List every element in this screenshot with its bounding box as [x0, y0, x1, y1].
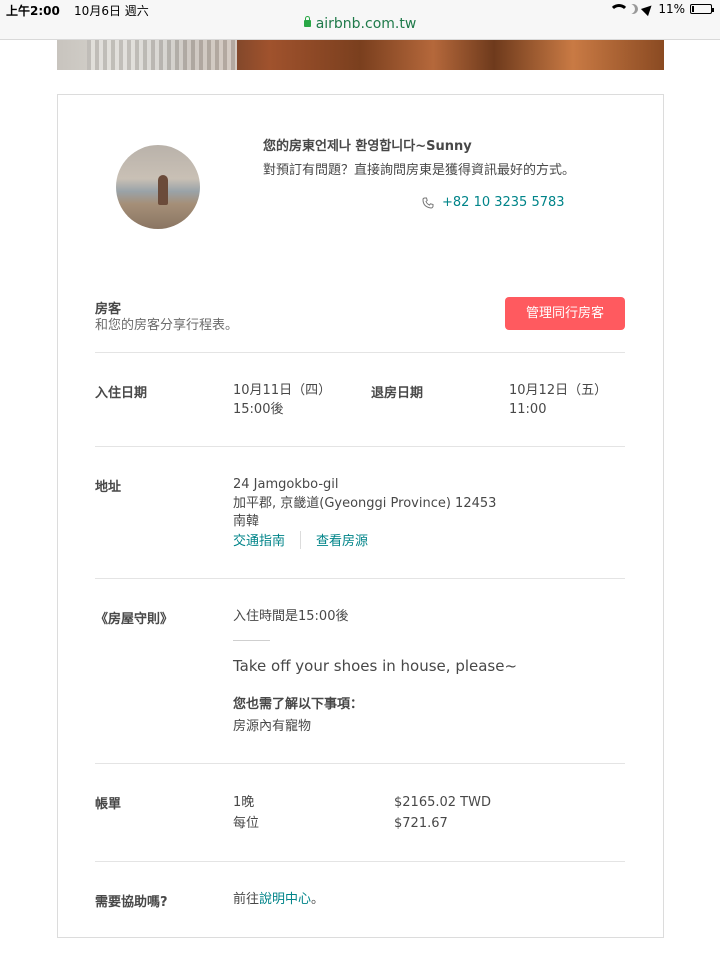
host-greeting: 您的房東언제나 환영합니다~Sunny	[263, 139, 472, 154]
directions-link[interactable]: 交通指南	[233, 530, 285, 549]
help-prefix: 前往	[233, 892, 260, 907]
view-listing-link[interactable]: 查看房源	[316, 530, 368, 549]
help-text: 前往說明中心。	[233, 890, 324, 909]
address-label: 地址	[95, 480, 122, 495]
wifi-icon	[609, 4, 630, 14]
do-not-disturb-icon	[628, 4, 638, 14]
checkin-time: 15:00後	[233, 402, 284, 417]
house-rules-label: 《房屋守則》	[95, 612, 174, 627]
help-label: 需要協助嗎?	[95, 895, 168, 910]
battery-icon	[690, 4, 714, 14]
also-know-heading: 您也需了解以下事項：	[233, 697, 364, 712]
address-line-3: 南韓	[233, 514, 260, 529]
manage-guests-button[interactable]: 管理同行房客	[505, 297, 625, 330]
bill-per-person-label: 每位	[233, 816, 260, 831]
status-bar: 上午2:00 10月6日 週六 airbnb.com.tw 11%	[0, 0, 720, 40]
help-suffix: 。	[311, 892, 325, 907]
address-bar-url: airbnb.com.tw	[315, 16, 417, 32]
divider	[95, 578, 625, 579]
address-line-2: 加平郡, 京畿道(Gyeonggi Province) 12453	[233, 496, 497, 511]
guests-description: 和您的房客分享行程表。	[95, 318, 239, 333]
host-subtitle: 對預訂有問題？直接詢問房東是獲得資訊最好的方式。	[263, 163, 576, 178]
custom-house-rule: Take off your shoes in house, please~	[233, 657, 518, 675]
phone-icon	[422, 197, 434, 209]
checkin-label: 入住日期	[95, 386, 148, 401]
checkout-date: 10月12日（五）	[509, 383, 608, 398]
checkin-date: 10月11日（四）	[233, 383, 332, 398]
guests-label: 房客	[95, 302, 122, 317]
rule-divider	[233, 640, 270, 641]
also-know-item: 房源內有寵物	[233, 719, 312, 734]
listing-photo	[57, 40, 664, 70]
bill-per-person-amount: $721.67	[394, 816, 448, 831]
checkin-rule: 入住時間是15:00後	[233, 609, 349, 624]
host-phone-number: +82 10 3235 5783	[442, 195, 565, 210]
host-avatar[interactable]	[116, 145, 200, 229]
link-separator	[300, 530, 302, 549]
status-bar-right: 11%	[609, 1, 714, 17]
help-center-link[interactable]: 說明中心	[259, 892, 311, 907]
address-line-1: 24 Jamgokbo-gil	[233, 477, 339, 492]
address-links: 交通指南 查看房源	[233, 530, 368, 549]
divider	[95, 352, 625, 353]
divider	[95, 446, 625, 447]
battery-percent: 11%	[658, 2, 685, 16]
bill-label: 帳單	[95, 797, 122, 812]
checkout-time: 11:00	[509, 402, 547, 417]
divider	[95, 763, 625, 764]
checkout-label: 退房日期	[371, 386, 424, 401]
bill-nights-label: 1晚	[233, 795, 255, 810]
host-phone-link[interactable]: +82 10 3235 5783	[422, 195, 565, 210]
location-icon	[641, 1, 656, 17]
divider	[95, 861, 625, 862]
battery-fill	[692, 6, 694, 12]
lock-icon	[303, 16, 311, 27]
bill-nights-amount: $2165.02 TWD	[394, 795, 491, 810]
